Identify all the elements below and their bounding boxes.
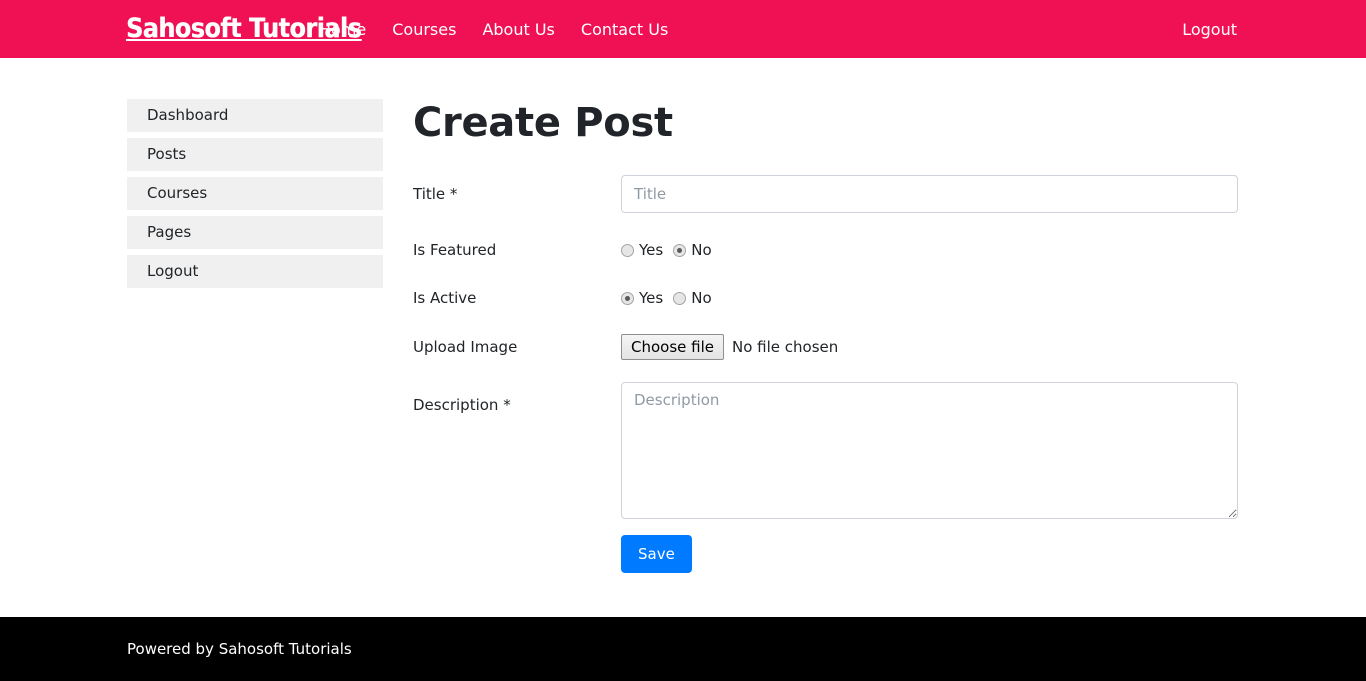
field-upload-image-wrapper: Choose file No file chosen	[621, 334, 1243, 360]
file-input-row[interactable]: Choose file No file chosen	[621, 334, 1243, 360]
form-row-upload-image: Upload Image Choose file No file chosen	[413, 334, 1243, 360]
is-featured-option-yes[interactable]: Yes	[621, 241, 663, 260]
main-nav: Home Courses About Us Contact Us	[319, 0, 681, 58]
radio-icon-is-active-yes[interactable]	[621, 292, 634, 305]
field-title-wrapper	[621, 175, 1243, 213]
save-button-wrapper: Save	[621, 535, 1243, 573]
is-featured-no-label: No	[691, 241, 712, 259]
form-row-title: Title *	[413, 175, 1243, 213]
footer-text: Powered by Sahosoft Tutorials	[127, 639, 352, 658]
is-active-no-label: No	[691, 289, 712, 307]
is-active-radio-group: Yes No	[621, 289, 1243, 308]
main-content: Create Post Title * Is Featured Yes	[413, 58, 1243, 573]
nav-item-home[interactable]: Home	[319, 20, 379, 39]
nav-right-group: Logout	[1182, 0, 1366, 58]
sidebar-item-posts[interactable]: Posts	[127, 138, 383, 171]
create-post-form: Title * Is Featured Yes	[413, 175, 1243, 573]
is-featured-yes-label: Yes	[639, 241, 664, 259]
is-featured-option-no[interactable]: No	[673, 241, 712, 260]
top-navbar: Sahosoft Tutorials Home Courses About Us…	[0, 0, 1366, 58]
is-featured-radio-group: Yes No	[621, 241, 1243, 260]
choose-file-button[interactable]: Choose file	[621, 334, 724, 360]
sidebar-menu: Dashboard Posts Courses Pages Logout	[127, 99, 383, 294]
radio-icon-is-featured-yes[interactable]	[621, 244, 634, 257]
is-active-option-no[interactable]: No	[673, 289, 712, 308]
sidebar-item-dashboard[interactable]: Dashboard	[127, 99, 383, 132]
label-is-active: Is Active	[413, 289, 477, 307]
radio-icon-is-featured-no[interactable]	[673, 244, 687, 257]
field-is-featured-wrapper: Yes No	[621, 241, 1243, 260]
file-chosen-status: No file chosen	[732, 338, 839, 356]
form-row-is-featured: Is Featured Yes No	[413, 241, 1243, 260]
is-active-option-yes[interactable]: Yes	[621, 289, 663, 308]
field-is-active-wrapper: Yes No	[621, 289, 1243, 308]
label-is-featured: Is Featured	[413, 241, 497, 259]
sidebar-item-pages[interactable]: Pages	[127, 216, 383, 249]
page-body: Dashboard Posts Courses Pages Logout Cre…	[0, 58, 1366, 617]
label-upload-image: Upload Image	[413, 338, 518, 356]
nav-item-contact-us[interactable]: Contact Us	[568, 20, 681, 39]
sidebar-item-courses[interactable]: Courses	[127, 177, 383, 210]
description-textarea[interactable]	[621, 382, 1238, 519]
nav-item-about-us[interactable]: About Us	[469, 20, 567, 39]
form-row-save: Save	[413, 535, 1243, 573]
sidebar-item-logout[interactable]: Logout	[127, 255, 383, 288]
label-title: Title *	[413, 185, 458, 203]
page-footer: Powered by Sahosoft Tutorials	[0, 617, 1366, 681]
form-row-description: Description *	[413, 382, 1243, 519]
field-description-wrapper	[621, 382, 1243, 519]
radio-icon-is-active-no[interactable]	[673, 292, 687, 305]
nav-item-logout[interactable]: Logout	[1182, 20, 1237, 39]
nav-item-courses[interactable]: Courses	[379, 20, 469, 39]
form-row-is-active: Is Active Yes No	[413, 289, 1243, 308]
page-title: Create Post	[413, 100, 673, 146]
is-active-yes-label: Yes	[639, 289, 664, 307]
save-button[interactable]: Save	[621, 535, 692, 573]
label-description: Description *	[413, 396, 511, 414]
title-input[interactable]	[621, 175, 1238, 213]
